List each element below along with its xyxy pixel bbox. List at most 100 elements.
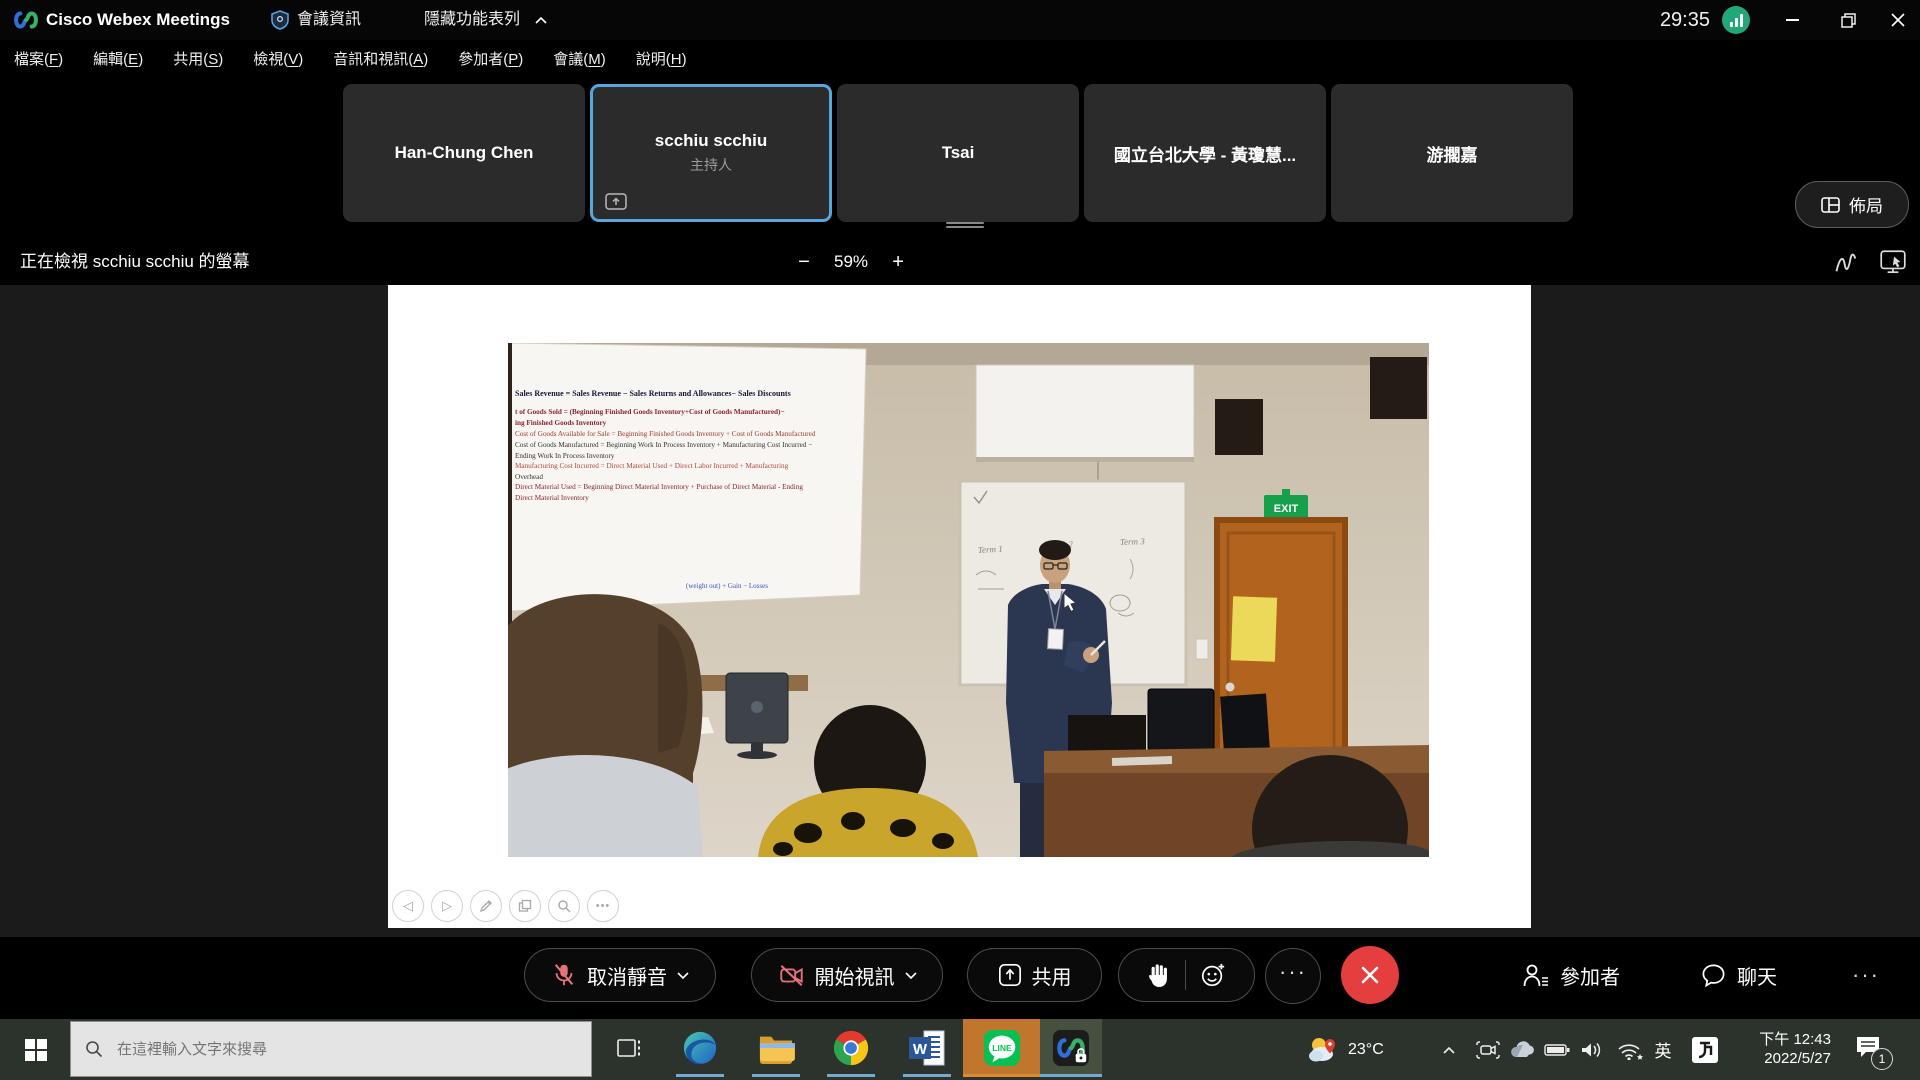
more-panels-button[interactable]: ··· bbox=[1852, 948, 1880, 1002]
svg-text:LINE: LINE bbox=[992, 1043, 1012, 1053]
language-indicator[interactable]: 英 bbox=[1650, 1019, 1676, 1080]
webex-logo-icon bbox=[12, 7, 40, 33]
svg-text:Cost of Goods Available for Sa: Cost of Goods Available for Sale = Begin… bbox=[515, 430, 816, 438]
volume-icon[interactable] bbox=[1578, 1019, 1606, 1080]
remote-control-icon[interactable] bbox=[1878, 247, 1908, 277]
zoom-in-button[interactable]: + bbox=[886, 250, 910, 274]
participant-name: 國立台北大學 - 黃瓊慧... bbox=[1114, 141, 1296, 166]
reactions-smiley-icon[interactable] bbox=[1200, 962, 1226, 988]
meeting-control-bar: 取消靜音 開始視訊 共用 bbox=[0, 937, 1920, 1019]
svg-text:Direct Material Used = Beginni: Direct Material Used = Beginning Direct … bbox=[515, 483, 803, 491]
network-icon[interactable] bbox=[1616, 1019, 1646, 1080]
annotate-icon[interactable] bbox=[1833, 248, 1861, 276]
menu-bar: 檔案(F) 編輯(E) 共用(S) 檢視(V) 音訊和視訊(A) 參加者(P) … bbox=[0, 40, 1920, 76]
speaker-box bbox=[1215, 399, 1263, 455]
weather-widget[interactable]: 23°C bbox=[1308, 1019, 1384, 1080]
ime-mode-icon[interactable] bbox=[1688, 1019, 1722, 1080]
participants-panel-button[interactable]: 參加者 bbox=[1522, 948, 1620, 1002]
time-label: 下午 12:43 bbox=[1733, 1030, 1831, 1049]
share-label: 共用 bbox=[1032, 961, 1072, 990]
chevron-down-icon[interactable] bbox=[677, 971, 689, 980]
participant-role: 主持人 bbox=[690, 155, 732, 175]
menu-edit[interactable]: 編輯(E) bbox=[93, 48, 143, 69]
chevron-up-icon[interactable] bbox=[534, 15, 548, 26]
menu-view[interactable]: 檢視(V) bbox=[253, 48, 303, 69]
menu-help[interactable]: 說明(H) bbox=[636, 48, 687, 69]
participant-strip: Han-Chung Chen scchiu scchiu 主持人 Tsai 國立… bbox=[0, 76, 1920, 239]
start-button[interactable] bbox=[12, 1019, 60, 1080]
search-input[interactable] bbox=[115, 1040, 559, 1059]
light-switch bbox=[1196, 639, 1208, 659]
battery-icon[interactable] bbox=[1542, 1019, 1572, 1080]
projected-slide: Sales Revenue = Sales Revenue − Sales Re… bbox=[508, 343, 866, 611]
pill-divider bbox=[1185, 960, 1186, 990]
participant-tile[interactable]: Tsai bbox=[837, 84, 1079, 222]
hide-menubar-button[interactable]: 隱藏功能表列 bbox=[424, 0, 520, 40]
camera-off-icon bbox=[778, 962, 805, 988]
taskbar-clock[interactable]: 下午 12:43 2022/5/27 bbox=[1733, 1030, 1831, 1068]
layout-button-label: 佈局 bbox=[1849, 192, 1883, 217]
taskbar-file-explorer-icon[interactable] bbox=[745, 1019, 807, 1077]
share-button[interactable]: 共用 bbox=[967, 948, 1102, 1002]
taskbar-webex-icon[interactable] bbox=[1040, 1019, 1102, 1077]
zoom-out-button[interactable]: − bbox=[792, 250, 816, 274]
connection-quality-icon[interactable] bbox=[1722, 6, 1750, 34]
start-video-button[interactable]: 開始視訊 bbox=[751, 948, 943, 1002]
taskbar-line-icon[interactable]: LINE bbox=[963, 1019, 1040, 1077]
edit-pen-icon bbox=[470, 890, 502, 922]
chat-label: 聊天 bbox=[1737, 961, 1777, 990]
svg-text:Cost of Goods Manufactured = B: Cost of Goods Manufactured = Beginning W… bbox=[515, 441, 812, 449]
app-title: Cisco Webex Meetings bbox=[46, 0, 230, 40]
menu-participant[interactable]: 參加者(P) bbox=[458, 48, 523, 69]
chevron-down-icon[interactable] bbox=[905, 971, 917, 980]
close-button[interactable] bbox=[1876, 0, 1920, 40]
windows-taskbar: W LINE bbox=[0, 1019, 1920, 1080]
participant-tile-host[interactable]: scchiu scchiu 主持人 bbox=[590, 84, 832, 222]
taskbar-edge-icon[interactable] bbox=[669, 1019, 731, 1077]
shared-screen-canvas[interactable]: Sales Revenue = Sales Revenue − Sales Re… bbox=[388, 285, 1531, 928]
participant-tile[interactable]: Han-Chung Chen bbox=[343, 84, 585, 222]
participant-tile[interactable]: 國立台北大學 - 黃瓊慧... bbox=[1084, 84, 1326, 222]
menu-meeting[interactable]: 會議(M) bbox=[553, 48, 606, 69]
search-icon bbox=[85, 1040, 103, 1058]
menu-share[interactable]: 共用(S) bbox=[173, 48, 223, 69]
share-screen-icon bbox=[998, 963, 1022, 987]
task-view-icon bbox=[616, 1036, 642, 1060]
layout-button[interactable]: 佈局 bbox=[1795, 181, 1909, 228]
restore-button[interactable] bbox=[1826, 0, 1870, 40]
participants-icon bbox=[1522, 962, 1550, 989]
participant-name: Tsai bbox=[942, 143, 975, 163]
chat-panel-button[interactable]: 聊天 bbox=[1700, 948, 1777, 1002]
webex-window: Cisco Webex Meetings 會議資訊 隱藏功能表列 29:35 檔… bbox=[0, 0, 1920, 1080]
temperature-label: 23°C bbox=[1348, 1041, 1384, 1059]
participant-tile[interactable]: 游擱嘉 bbox=[1331, 84, 1573, 222]
strip-resize-handle[interactable] bbox=[946, 222, 984, 230]
raise-hand-icon[interactable] bbox=[1147, 962, 1171, 988]
previous-icon: ◁ bbox=[392, 890, 424, 922]
taskbar-chrome-icon[interactable] bbox=[820, 1019, 882, 1077]
svg-text:Sales Revenue = Sales Revenue: Sales Revenue = Sales Revenue − Sales Re… bbox=[515, 389, 791, 398]
classroom-photo: Sales Revenue = Sales Revenue − Sales Re… bbox=[508, 343, 1429, 857]
menu-file[interactable]: 檔案(F) bbox=[14, 48, 63, 69]
taskbar-search[interactable] bbox=[70, 1021, 592, 1077]
task-view-button[interactable] bbox=[598, 1019, 660, 1077]
zoom-controls: − 59% + bbox=[792, 239, 910, 285]
more-options-button[interactable]: ··· bbox=[1265, 948, 1321, 1004]
sharing-indicator-icon bbox=[605, 193, 627, 210]
meeting-info-button[interactable]: 會議資訊 bbox=[297, 0, 361, 40]
action-center-button[interactable]: 1 bbox=[1848, 1019, 1888, 1080]
reactions-pill bbox=[1118, 948, 1255, 1002]
svg-text:t of Goods Sold = (Beginning F: t of Goods Sold = (Beginning Finished Go… bbox=[515, 408, 785, 416]
participant-name: scchiu scchiu bbox=[655, 131, 767, 151]
leave-meeting-button[interactable] bbox=[1341, 946, 1399, 1004]
more-icon: ••• bbox=[587, 890, 619, 922]
meet-now-icon[interactable] bbox=[1474, 1019, 1502, 1080]
unmute-button[interactable]: 取消靜音 bbox=[524, 948, 716, 1002]
taskbar-word-icon[interactable]: W bbox=[896, 1019, 958, 1077]
title-bar: Cisco Webex Meetings 會議資訊 隱藏功能表列 29:35 bbox=[0, 0, 1920, 40]
copy-icon bbox=[509, 890, 541, 922]
menu-audio-video[interactable]: 音訊和視訊(A) bbox=[333, 48, 428, 69]
minimize-button[interactable] bbox=[1770, 0, 1814, 40]
tray-overflow-chevron[interactable] bbox=[1437, 1019, 1461, 1080]
onedrive-icon[interactable] bbox=[1508, 1019, 1536, 1080]
